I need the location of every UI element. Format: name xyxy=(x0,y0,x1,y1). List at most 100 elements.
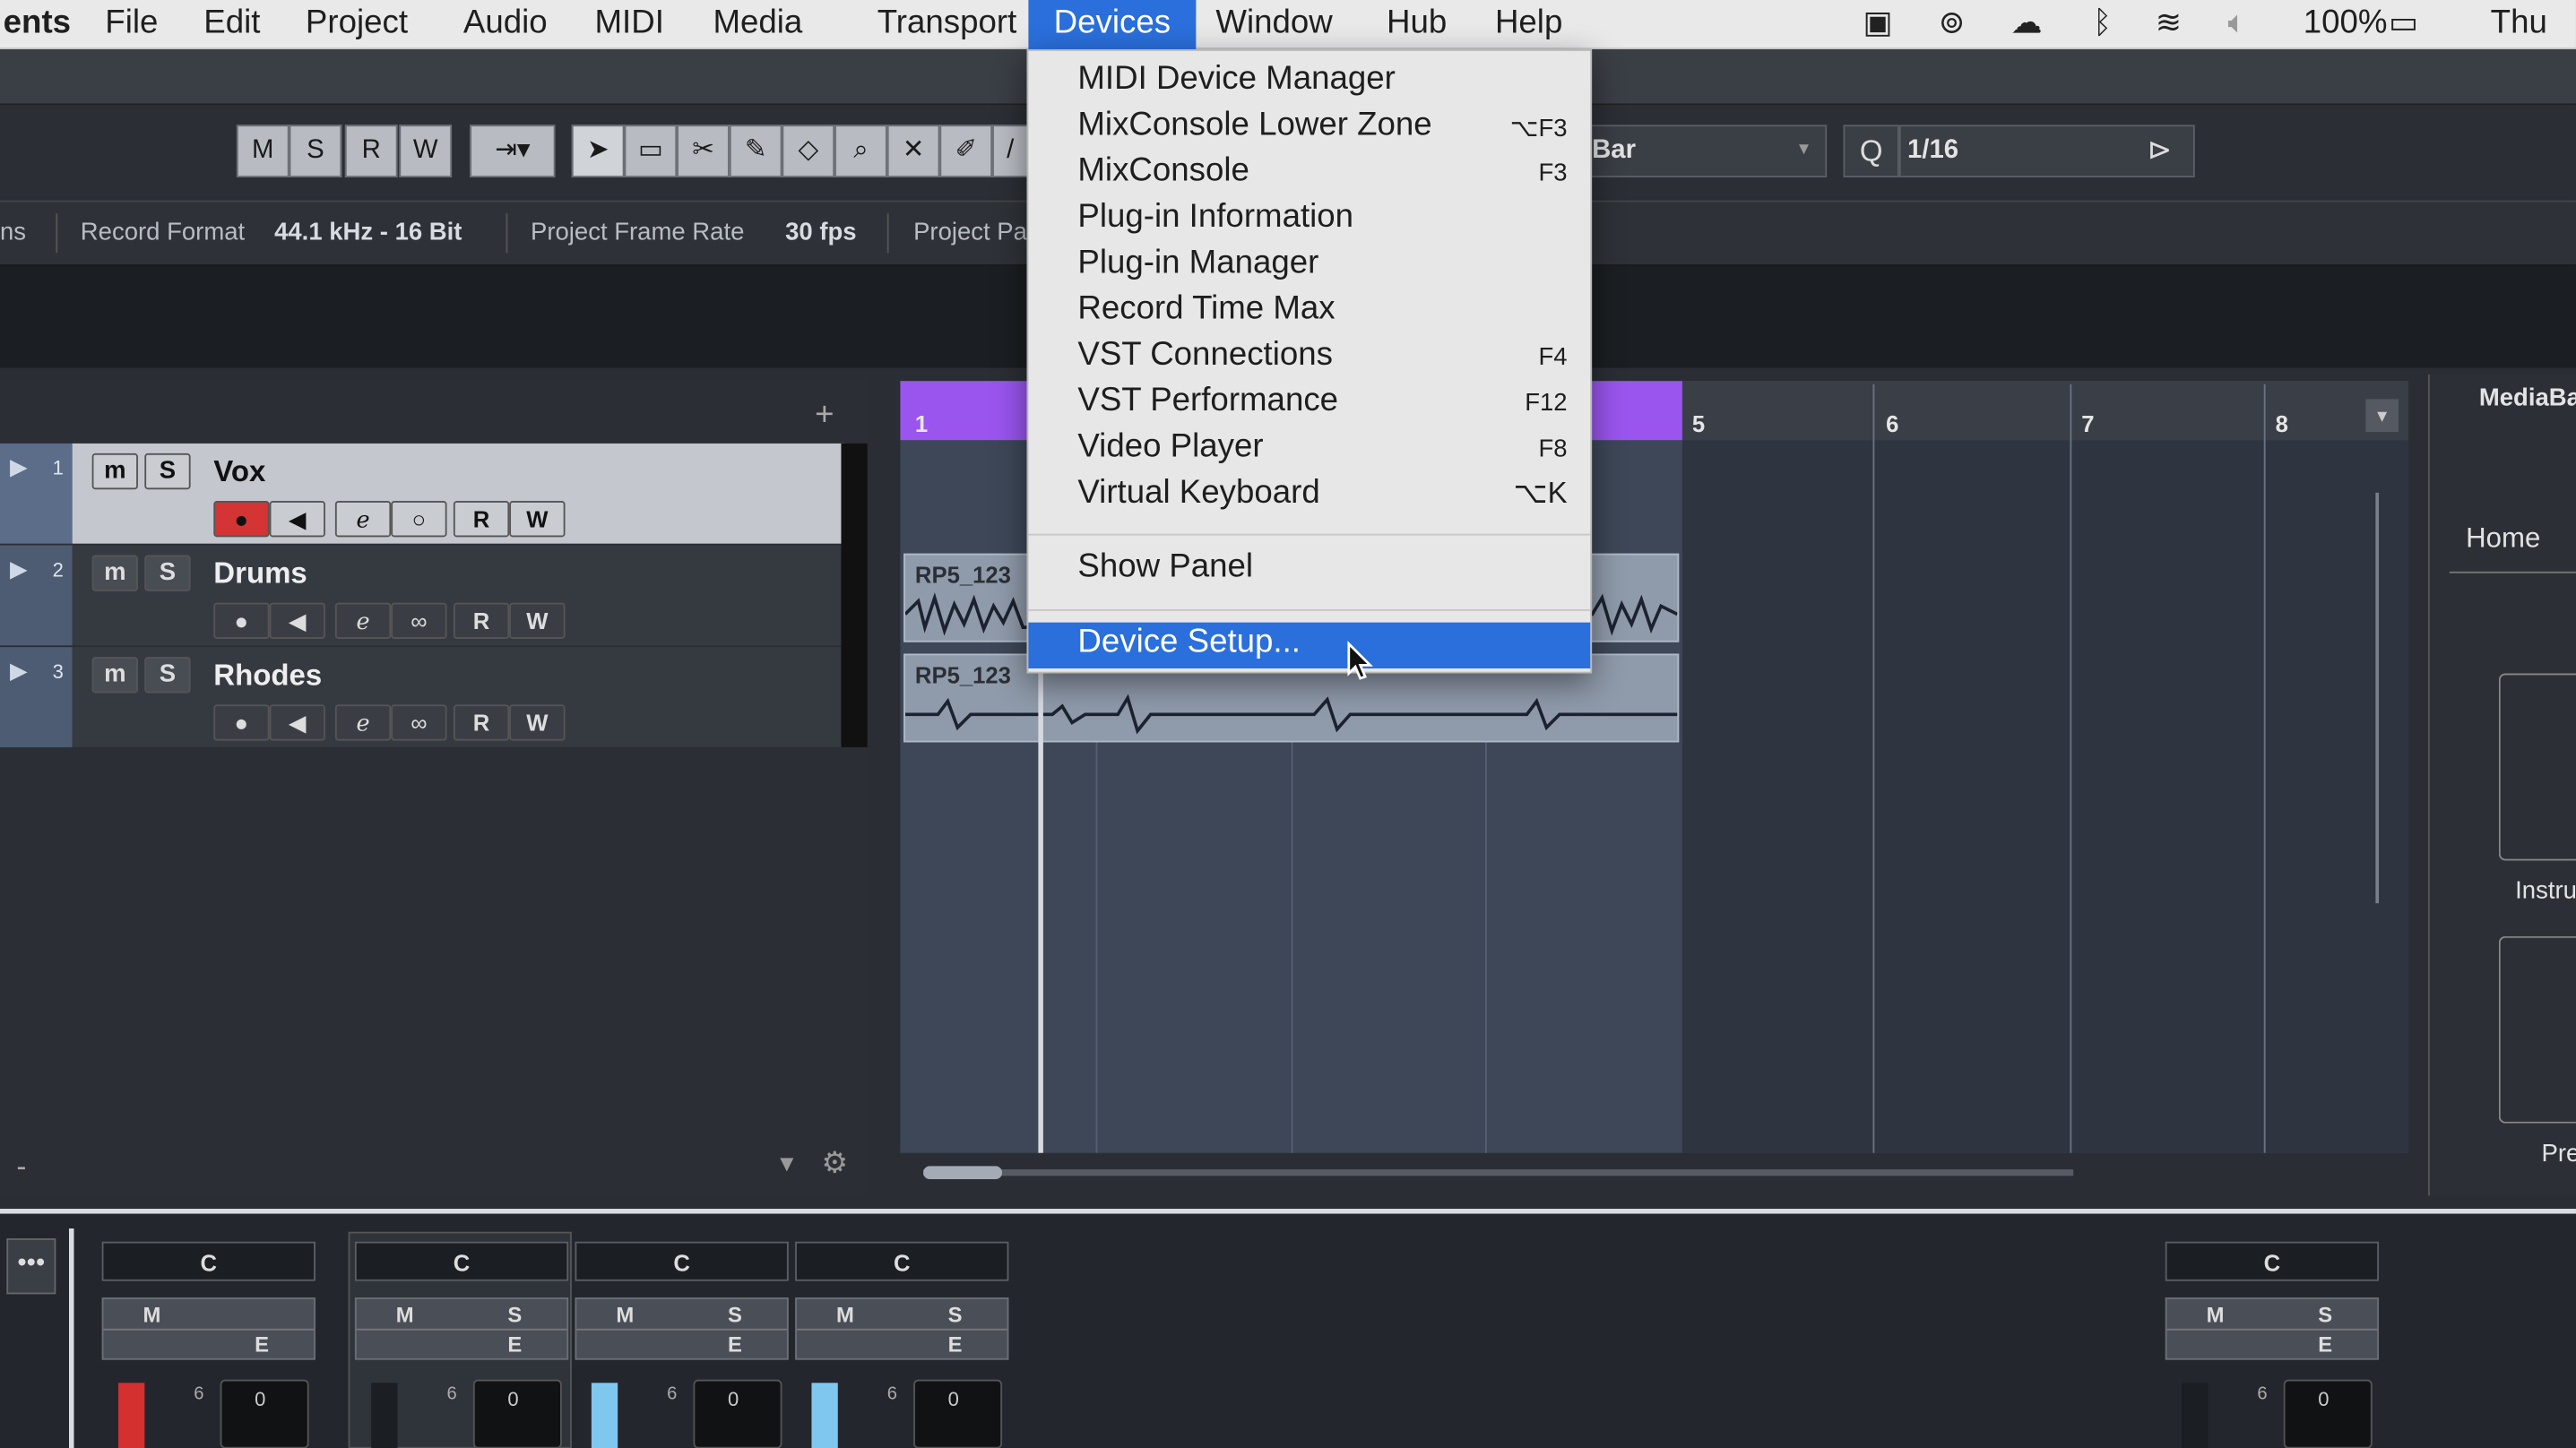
monitor-icon[interactable]: ◀ xyxy=(269,602,325,639)
mediabay-home-tab[interactable]: Home xyxy=(2466,522,2540,556)
menu-edit[interactable]: Edit xyxy=(197,0,267,49)
solo-button[interactable]: S xyxy=(507,1302,522,1326)
write-button[interactable]: W xyxy=(509,602,566,639)
track-header[interactable]: m S Drums ● ◀ ℯ ∞ R W xyxy=(72,545,845,646)
mute-button[interactable]: M xyxy=(836,1302,854,1326)
menu-item-record-time-max[interactable]: Record Time Max xyxy=(1028,289,1590,335)
gear-icon[interactable]: ⚙ xyxy=(821,1146,848,1180)
creative-cloud-icon[interactable]: ⊚ xyxy=(1939,4,1965,44)
menu-item-video-player[interactable]: Video Player F8 xyxy=(1028,427,1590,473)
volume-fader[interactable] xyxy=(117,1383,145,1448)
menubar-clock[interactable]: Thu 1 xyxy=(2484,0,2576,88)
pan-knob[interactable]: C xyxy=(2165,1241,2380,1281)
volume-fader[interactable] xyxy=(371,1383,398,1448)
menu-audio[interactable]: Audio xyxy=(457,0,554,49)
horizontal-scrollbar[interactable] xyxy=(923,1166,2074,1180)
draw-tool-icon[interactable]: ✐ xyxy=(939,125,993,177)
read-all-button[interactable]: R xyxy=(344,125,398,177)
write-button[interactable]: W xyxy=(509,501,566,538)
solo-button[interactable]: S xyxy=(948,1302,963,1326)
menu-transport[interactable]: Transport xyxy=(870,0,1023,49)
track-header[interactable]: m S Vox ● ◀ ℯ ○ R W xyxy=(72,443,845,544)
menu-item-midi-device-manager[interactable]: MIDI Device Manager xyxy=(1028,59,1590,105)
menu-help[interactable]: Help xyxy=(1489,0,1569,49)
mute-button[interactable]: m xyxy=(91,452,138,490)
menu-item-vst-performance[interactable]: VST Performance F12 xyxy=(1028,381,1590,427)
scroll-thumb[interactable] xyxy=(923,1166,1003,1180)
edit-button[interactable]: E xyxy=(255,1332,269,1356)
snap-type-select[interactable]: Bar ▾ xyxy=(1586,125,1828,177)
monitor-icon[interactable]: ◀ xyxy=(269,704,325,741)
read-button[interactable]: R xyxy=(453,602,510,639)
pan-knob[interactable]: C xyxy=(575,1241,789,1281)
mute-button[interactable]: M xyxy=(143,1302,160,1326)
mute-button[interactable]: M xyxy=(2207,1302,2225,1326)
quantize-select[interactable]: 1/16 ⊳ xyxy=(1898,125,2195,177)
glue-icon[interactable]: ✎ xyxy=(729,125,782,177)
read-button[interactable]: R xyxy=(453,704,510,741)
mute-button[interactable]: m xyxy=(91,657,138,694)
mute-button[interactable]: M xyxy=(396,1302,414,1326)
battery-icon[interactable]: ▭ xyxy=(2389,4,2418,44)
menu-item-plugin-manager[interactable]: Plug-in Manager xyxy=(1028,243,1590,289)
cloud-icon[interactable]: ☁ xyxy=(2010,4,2042,44)
menu-file[interactable]: File xyxy=(99,0,165,49)
menu-item-show-panel[interactable]: Show Panel xyxy=(1028,547,1590,592)
bluetooth-icon[interactable]: ᛒ xyxy=(2093,4,2112,44)
volume-fader[interactable] xyxy=(591,1383,618,1448)
track-row-vox[interactable]: ▶ 1 m S Vox ● ◀ ℯ ○ R W xyxy=(0,443,845,544)
solo-button[interactable]: S xyxy=(144,657,191,694)
menu-midi[interactable]: MIDI xyxy=(588,0,670,49)
preset-tile[interactable] xyxy=(2498,935,2576,1124)
track-row-rhodes[interactable]: ▶ 3 m S Rhodes ● ◀ ℯ ∞ R W xyxy=(0,647,845,747)
menu-project[interactable]: Project xyxy=(299,0,415,49)
volume-icon[interactable]: 🔈︎ xyxy=(2227,4,2246,44)
add-track-button[interactable]: + xyxy=(815,398,834,435)
instrument-tile[interactable] xyxy=(2498,673,2576,861)
edit-button[interactable]: E xyxy=(948,1332,963,1356)
play-triangle-icon[interactable]: ▶ xyxy=(10,453,28,481)
play-triangle-icon[interactable]: ▶ xyxy=(10,556,28,583)
menu-media[interactable]: Media xyxy=(706,0,809,49)
split-icon[interactable]: ✂ xyxy=(677,125,730,177)
stereo-icon[interactable]: ∞ xyxy=(391,704,447,741)
track-name[interactable]: Drums xyxy=(213,556,307,590)
stereo-icon[interactable]: ∞ xyxy=(391,602,447,639)
record-format-label[interactable]: Record Format xyxy=(81,219,245,246)
mute-button[interactable]: M xyxy=(616,1302,634,1326)
play-triangle-icon[interactable]: ▶ xyxy=(10,657,28,685)
menu-item-device-setup[interactable]: Device Setup... xyxy=(1028,622,1591,668)
menu-app[interactable]: ents xyxy=(0,0,77,49)
edit-button[interactable]: E xyxy=(728,1332,742,1356)
frame-rate-value[interactable]: 30 fps xyxy=(785,219,856,246)
mute-all-button[interactable]: M xyxy=(236,125,290,177)
edit-icon[interactable]: ℯ xyxy=(334,501,392,538)
frame-rate-label[interactable]: Project Frame Rate xyxy=(531,219,744,246)
record-enable-icon[interactable]: ● xyxy=(213,704,270,741)
solo-all-button[interactable]: S xyxy=(289,125,342,177)
stereo-icon[interactable]: ○ xyxy=(391,501,447,538)
project-pan-label[interactable]: Project Pa xyxy=(913,219,1027,246)
wifi-icon[interactable]: ≋ xyxy=(2156,4,2182,44)
menu-item-virtual-keyboard[interactable]: Virtual Keyboard ⌥K xyxy=(1028,473,1590,519)
menu-item-vst-connections[interactable]: VST Connections F4 xyxy=(1028,335,1590,381)
erase-icon[interactable]: ◇ xyxy=(782,125,835,177)
menu-item-plugin-information[interactable]: Plug-in Information xyxy=(1028,197,1590,243)
solo-button[interactable]: S xyxy=(144,555,191,591)
write-button[interactable]: W xyxy=(509,704,566,741)
vertical-zoom-slider[interactable] xyxy=(2375,492,2380,904)
menu-hub[interactable]: Hub xyxy=(1380,0,1454,49)
edit-button[interactable]: E xyxy=(2318,1332,2332,1356)
menu-devices[interactable]: Devices xyxy=(1028,0,1197,49)
record-format-value[interactable]: 44.1 kHz - 16 Bit xyxy=(274,219,462,246)
mute-tool-icon[interactable]: ✕ xyxy=(886,125,940,177)
pan-knob[interactable]: C xyxy=(101,1241,316,1281)
menu-item-mixconsole-lower-zone[interactable]: MixConsole Lower Zone ⌥F3 xyxy=(1028,105,1590,151)
solo-button[interactable]: S xyxy=(144,452,191,490)
solo-button[interactable]: S xyxy=(728,1302,742,1326)
monitor-icon[interactable]: ◀ xyxy=(269,501,325,538)
menu-window[interactable]: Window xyxy=(1209,0,1339,49)
track-row-drums[interactable]: ▶ 2 m S Drums ● ◀ ℯ ∞ R W xyxy=(0,545,845,646)
track-header[interactable]: m S Rhodes ● ◀ ℯ ∞ R W xyxy=(72,647,845,747)
record-enable-icon[interactable]: ● xyxy=(213,602,270,639)
